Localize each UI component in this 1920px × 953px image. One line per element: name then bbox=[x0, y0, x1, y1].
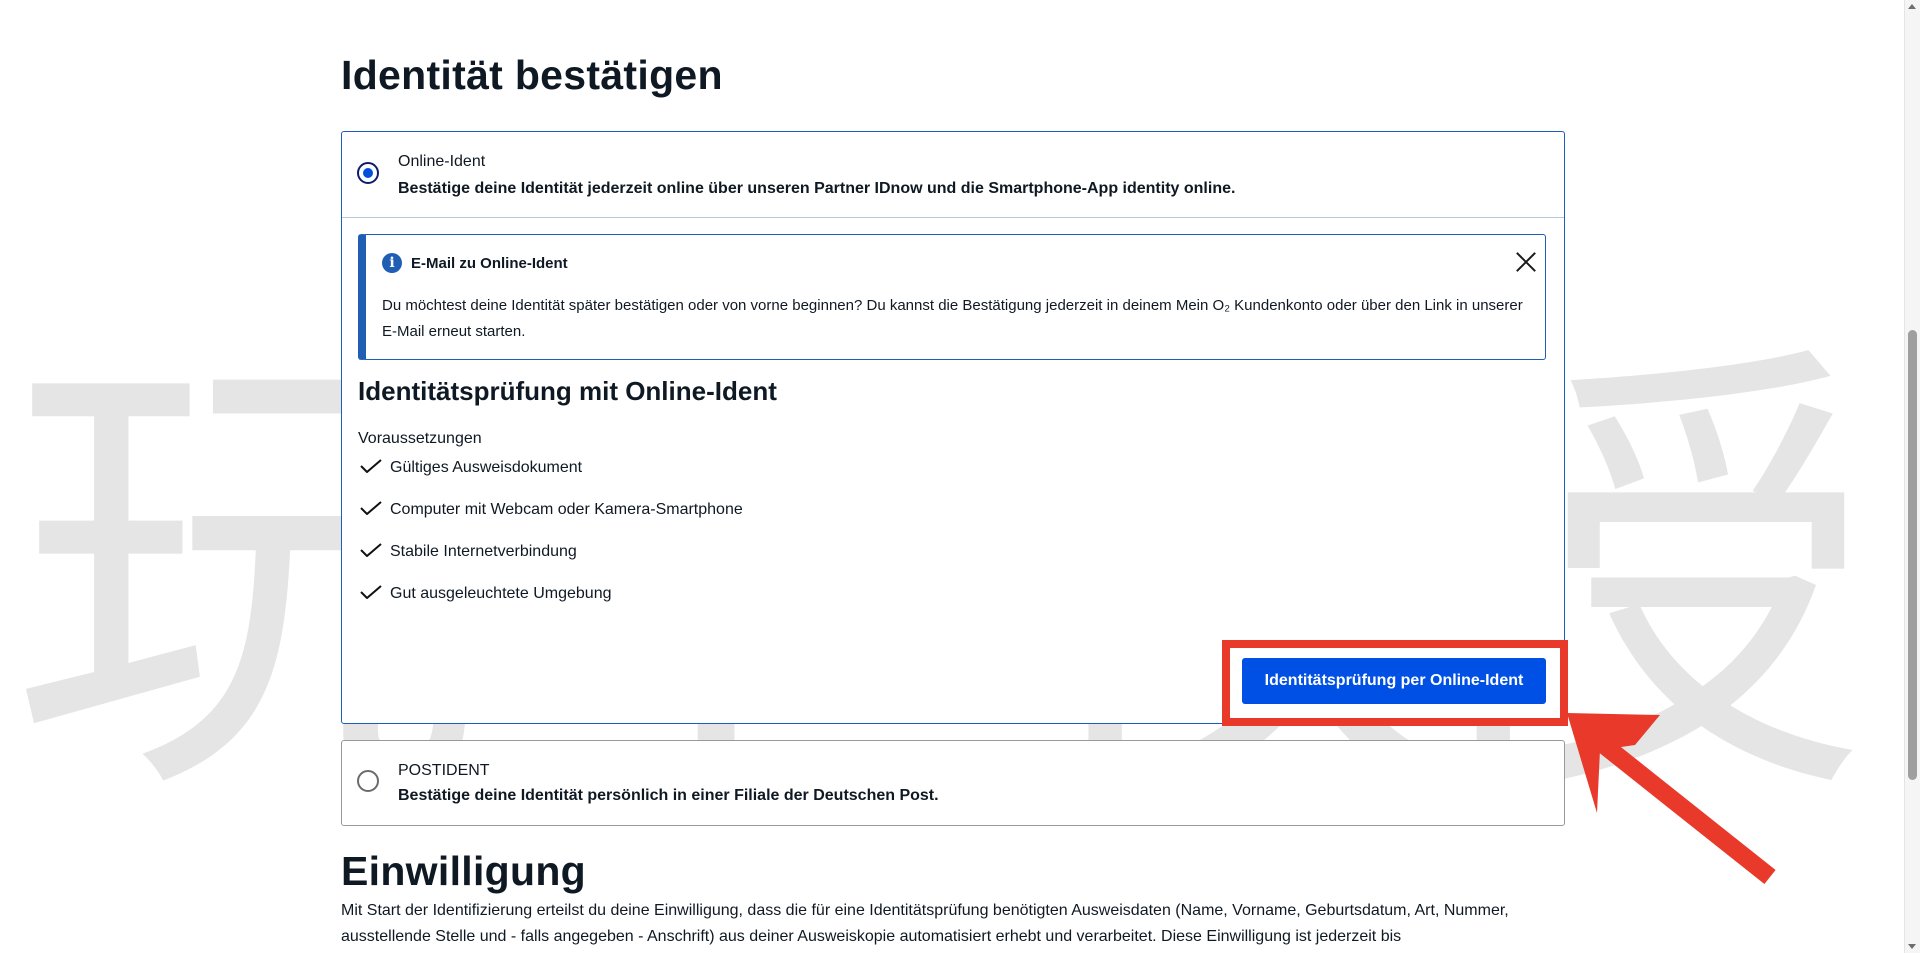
scroll-up-icon[interactable] bbox=[1908, 4, 1916, 9]
online-ident-heading: Identitätsprüfung mit Online-Ident bbox=[358, 376, 777, 406]
requirement-text: Gut ausgeleuchtete Umgebung bbox=[390, 585, 612, 602]
scroll-down-icon[interactable] bbox=[1908, 944, 1916, 949]
online-ident-description: Bestätige deine Identität jederzeit onli… bbox=[398, 180, 1236, 197]
online-ident-option[interactable]: Online-Ident Bestätige deine Identität j… bbox=[342, 132, 1564, 218]
scrollbar[interactable] bbox=[1904, 0, 1920, 953]
postident-description: Bestätige deine Identität persönlich in … bbox=[398, 787, 939, 804]
info-icon: i bbox=[382, 253, 402, 273]
checkmark-icon bbox=[360, 585, 382, 599]
requirements-list: Gültiges Ausweisdokument Computer mit We… bbox=[358, 457, 743, 625]
checkmark-icon bbox=[360, 459, 382, 473]
online-ident-card: Online-Ident Bestätige deine Identität j… bbox=[341, 131, 1565, 724]
info-box-text: Du möchtest deine Identität später bestä… bbox=[382, 297, 1523, 340]
postident-title: POSTIDENT bbox=[398, 762, 490, 779]
checkmark-icon bbox=[360, 543, 382, 557]
postident-option[interactable]: POSTIDENT Bestätige deine Identität pers… bbox=[342, 741, 1564, 826]
consent-text: Mit Start der Identifizierung erteilst d… bbox=[341, 902, 1509, 945]
scrollbar-thumb[interactable] bbox=[1908, 330, 1917, 780]
info-box: i E-Mail zu Online-Ident Du möchtest dei… bbox=[358, 234, 1546, 360]
close-icon[interactable] bbox=[1515, 251, 1537, 273]
online-ident-radio[interactable] bbox=[357, 162, 379, 184]
consent-title: Einwilligung bbox=[341, 848, 587, 894]
page-title: Identität bestätigen bbox=[341, 52, 723, 98]
online-ident-title: Online-Ident bbox=[398, 153, 486, 170]
annotation-highlight-box bbox=[1222, 640, 1568, 726]
postident-radio[interactable] bbox=[357, 770, 379, 792]
info-box-title: E-Mail zu Online-Ident bbox=[411, 255, 568, 272]
checkmark-icon bbox=[360, 501, 382, 515]
requirement-text: Gültiges Ausweisdokument bbox=[390, 459, 583, 476]
list-item: Stabile Internetverbindung bbox=[358, 541, 743, 583]
list-item: Gültiges Ausweisdokument bbox=[358, 457, 743, 499]
annotation-arrow-icon bbox=[1567, 713, 1776, 885]
list-item: Computer mit Webcam oder Kamera-Smartpho… bbox=[358, 499, 743, 541]
requirement-text: Computer mit Webcam oder Kamera-Smartpho… bbox=[390, 501, 743, 518]
requirement-text: Stabile Internetverbindung bbox=[390, 543, 577, 560]
list-item: Gut ausgeleuchtete Umgebung bbox=[358, 583, 743, 625]
postident-card[interactable]: POSTIDENT Bestätige deine Identität pers… bbox=[341, 740, 1565, 826]
requirements-label: Voraussetzungen bbox=[358, 430, 482, 447]
